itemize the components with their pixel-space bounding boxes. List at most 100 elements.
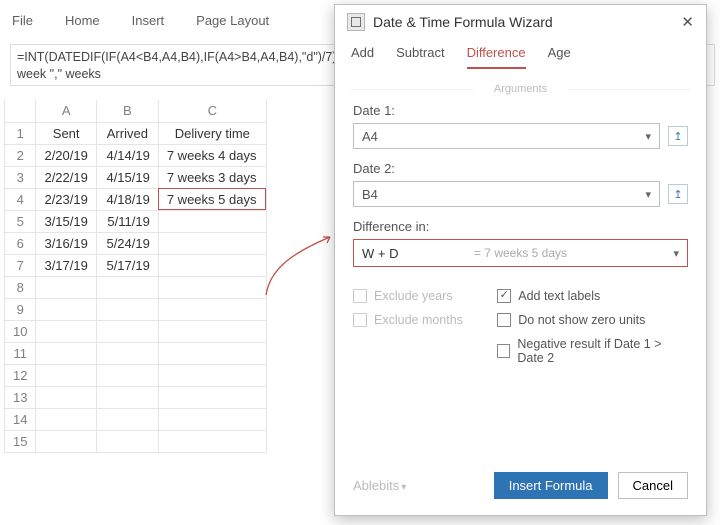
table-row[interactable]: 32/22/194/15/197 weeks 3 days xyxy=(5,166,267,188)
row-header[interactable]: 8 xyxy=(5,276,36,298)
table-row[interactable]: 12 xyxy=(5,364,267,386)
cell[interactable]: 5/24/19 xyxy=(96,232,158,254)
checkbox-negative-result[interactable]: Negative result if Date 1 > Date 2 xyxy=(497,337,688,365)
cell[interactable] xyxy=(96,386,158,408)
row-header[interactable]: 3 xyxy=(5,166,36,188)
cell[interactable] xyxy=(158,386,266,408)
row-header[interactable]: 4 xyxy=(5,188,36,210)
row-header[interactable]: 9 xyxy=(5,298,36,320)
cell[interactable] xyxy=(36,342,96,364)
cell[interactable]: 7 weeks 3 days xyxy=(158,166,266,188)
row-header[interactable]: 10 xyxy=(5,320,36,342)
checkbox-add-text-labels[interactable]: Add text labels xyxy=(497,289,688,303)
chevron-down-icon[interactable]: ▾ xyxy=(673,247,679,260)
cell[interactable] xyxy=(96,430,158,452)
row-header[interactable]: 14 xyxy=(5,408,36,430)
cell[interactable]: 7 weeks 5 days xyxy=(158,188,266,210)
cell[interactable] xyxy=(158,254,266,276)
row-header[interactable]: 12 xyxy=(5,364,36,386)
cell[interactable] xyxy=(158,298,266,320)
col-header-b[interactable]: B xyxy=(96,100,158,122)
table-row[interactable]: 9 xyxy=(5,298,267,320)
cell[interactable] xyxy=(158,320,266,342)
cell[interactable] xyxy=(96,364,158,386)
cell[interactable] xyxy=(96,342,158,364)
cell[interactable] xyxy=(36,408,96,430)
range-picker-icon[interactable]: ↥ xyxy=(668,184,688,204)
cell[interactable]: Delivery time xyxy=(158,122,266,144)
cell[interactable] xyxy=(158,276,266,298)
table-row[interactable]: 63/16/195/24/19 xyxy=(5,232,267,254)
ribbon-tab-insert[interactable]: Insert xyxy=(132,13,165,28)
checkbox-icon[interactable] xyxy=(497,313,511,327)
cell[interactable]: 2/22/19 xyxy=(36,166,96,188)
table-row[interactable]: 13 xyxy=(5,386,267,408)
tab-difference[interactable]: Difference xyxy=(467,45,526,69)
cell[interactable]: Sent xyxy=(36,122,96,144)
row-header[interactable]: 6 xyxy=(5,232,36,254)
cell[interactable]: 3/17/19 xyxy=(36,254,96,276)
ribbon-tab-file[interactable]: File xyxy=(12,13,33,28)
cancel-button[interactable]: Cancel xyxy=(618,472,688,499)
cell[interactable] xyxy=(158,342,266,364)
cell[interactable]: 5/11/19 xyxy=(96,210,158,232)
row-header[interactable]: 7 xyxy=(5,254,36,276)
cell[interactable] xyxy=(96,298,158,320)
spreadsheet-grid[interactable]: A B C 1SentArrivedDelivery time22/20/194… xyxy=(4,100,267,453)
cell[interactable] xyxy=(36,276,96,298)
date1-input[interactable]: A4 ▾ xyxy=(353,123,660,149)
tab-subtract[interactable]: Subtract xyxy=(396,45,444,69)
cell[interactable] xyxy=(158,364,266,386)
cell[interactable]: 5/17/19 xyxy=(96,254,158,276)
checkbox-icon[interactable] xyxy=(497,289,511,303)
table-row[interactable]: 73/17/195/17/19 xyxy=(5,254,267,276)
row-header[interactable]: 1 xyxy=(5,122,36,144)
table-row[interactable]: 10 xyxy=(5,320,267,342)
cell[interactable]: 2/23/19 xyxy=(36,188,96,210)
ribbon-tab-page-layout[interactable]: Page Layout xyxy=(196,13,269,28)
table-row[interactable]: 1SentArrivedDelivery time xyxy=(5,122,267,144)
ribbon-tab-home[interactable]: Home xyxy=(65,13,100,28)
table-row[interactable]: 42/23/194/18/197 weeks 5 days xyxy=(5,188,267,210)
cell[interactable] xyxy=(158,210,266,232)
cell[interactable] xyxy=(36,430,96,452)
cell[interactable] xyxy=(96,320,158,342)
cell[interactable] xyxy=(36,298,96,320)
table-row[interactable]: 22/20/194/14/197 weeks 4 days xyxy=(5,144,267,166)
table-row[interactable]: 11 xyxy=(5,342,267,364)
row-header[interactable]: 2 xyxy=(5,144,36,166)
cell[interactable]: 4/18/19 xyxy=(96,188,158,210)
table-row[interactable]: 14 xyxy=(5,408,267,430)
cell[interactable] xyxy=(36,386,96,408)
cell[interactable] xyxy=(158,232,266,254)
row-header[interactable]: 11 xyxy=(5,342,36,364)
cell[interactable]: Arrived xyxy=(96,122,158,144)
date2-input[interactable]: B4 ▾ xyxy=(353,181,660,207)
insert-formula-button[interactable]: Insert Formula xyxy=(494,472,608,499)
row-header[interactable]: 15 xyxy=(5,430,36,452)
range-picker-icon[interactable]: ↥ xyxy=(668,126,688,146)
cell[interactable] xyxy=(36,364,96,386)
row-header[interactable]: 13 xyxy=(5,386,36,408)
checkbox-no-zero-units[interactable]: Do not show zero units xyxy=(497,313,688,327)
row-header[interactable]: 5 xyxy=(5,210,36,232)
table-row[interactable]: 15 xyxy=(5,430,267,452)
table-row[interactable]: 53/15/195/11/19 xyxy=(5,210,267,232)
cell[interactable] xyxy=(36,320,96,342)
chevron-down-icon[interactable]: ▾ xyxy=(645,130,651,143)
select-all-corner[interactable] xyxy=(5,100,36,122)
col-header-c[interactable]: C xyxy=(158,100,266,122)
cell[interactable]: 2/20/19 xyxy=(36,144,96,166)
cell[interactable] xyxy=(158,408,266,430)
cell[interactable]: 4/14/19 xyxy=(96,144,158,166)
cell[interactable]: 7 weeks 4 days xyxy=(158,144,266,166)
col-header-a[interactable]: A xyxy=(36,100,96,122)
brand-menu[interactable]: Ablebits▾ xyxy=(353,478,406,493)
checkbox-icon[interactable] xyxy=(497,344,510,358)
cell[interactable] xyxy=(96,408,158,430)
cell[interactable]: 3/15/19 xyxy=(36,210,96,232)
close-icon[interactable]: ✕ xyxy=(681,13,694,31)
chevron-down-icon[interactable]: ▾ xyxy=(645,188,651,201)
cell[interactable] xyxy=(96,276,158,298)
cell[interactable]: 3/16/19 xyxy=(36,232,96,254)
